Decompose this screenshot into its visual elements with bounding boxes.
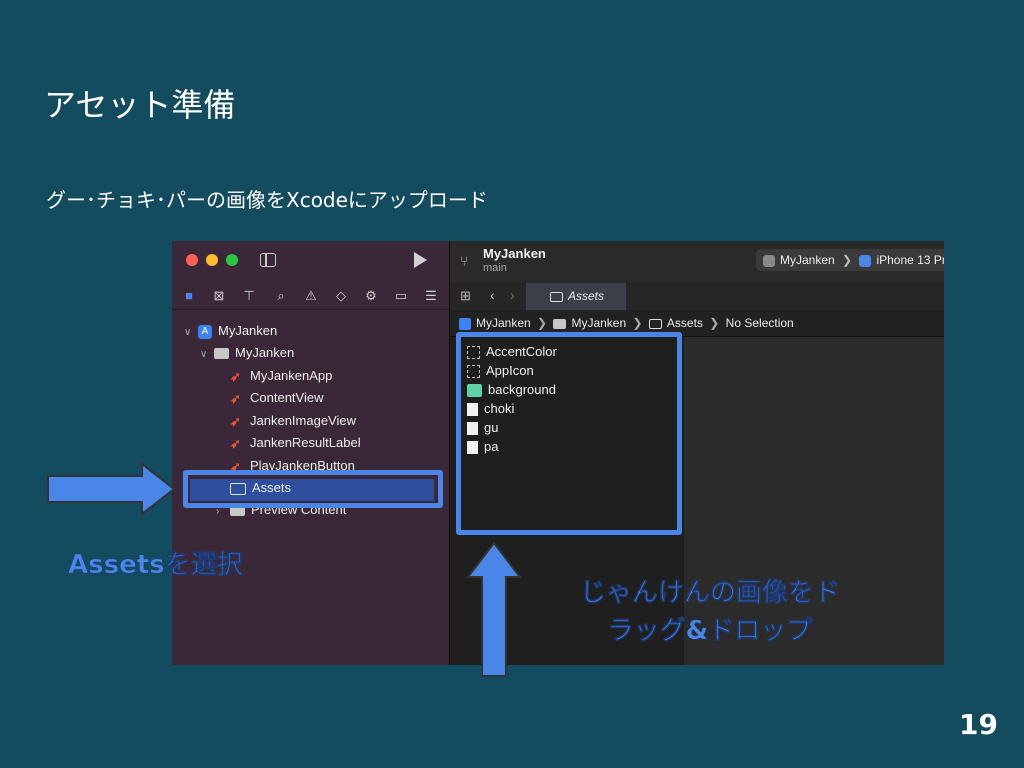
device-label: iPhone 13 Pro — [876, 253, 944, 267]
sidebar-toggle-icon[interactable] — [260, 253, 276, 267]
annotation-line: じゃんけんの画像をド — [579, 578, 841, 609]
tree-item-label: ContentView — [250, 390, 324, 405]
back-arrow-icon[interactable]: ‹ — [490, 287, 495, 303]
source-control-nav-icon[interactable]: ⊠ — [210, 287, 228, 305]
chevron-right-icon: ❯ — [537, 316, 548, 330]
slide-subtitle: グー･チョキ･パーの画像をXcodeにアップロード — [46, 188, 488, 212]
project-icon: A — [198, 324, 212, 339]
tree-item-label: MyJankenApp — [250, 368, 333, 383]
close-window-button[interactable] — [186, 254, 198, 266]
chevron-down-icon[interactable]: ∨ — [200, 345, 214, 365]
jump-bar-item[interactable]: No Selection — [726, 316, 794, 330]
folder-icon — [553, 318, 567, 329]
tree-item-folder[interactable]: ∨ MyJanken — [200, 343, 294, 363]
swift-file-icon: ➶ — [230, 368, 241, 384]
arrow-right-icon — [47, 462, 176, 516]
tree-item-label: MyJanken — [235, 345, 295, 360]
project-title: MyJanken — [483, 246, 546, 261]
project-icon — [459, 317, 471, 330]
slide-title: アセット準備 — [44, 86, 236, 124]
tree-item-project[interactable]: ∨ A MyJanken — [184, 321, 277, 341]
annotation-select-assets: Assetsを選択 — [68, 550, 243, 581]
report-nav-icon[interactable]: ☰ — [422, 287, 440, 305]
swift-file-icon: ➶ — [230, 413, 241, 429]
asset-catalog-icon — [550, 291, 563, 302]
tab-assets[interactable]: Assets — [526, 283, 626, 310]
tree-item-label: JankenResultLabel — [250, 435, 361, 450]
chevron-right-icon: ❯ — [632, 316, 643, 330]
editor-tab-bar: ⊞ ‹ › Assets — [450, 283, 944, 311]
asset-catalog-icon — [648, 318, 662, 329]
folder-nav-icon[interactable]: ■ — [180, 287, 198, 305]
asset-list-highlight-box — [456, 332, 682, 535]
grid-icon[interactable]: ⊞ — [460, 288, 471, 304]
minimize-window-button[interactable] — [206, 254, 218, 266]
issue-nav-icon[interactable]: ⚠ — [302, 287, 320, 305]
navigator-tabs: ■ ⊠ ⊤ ⌕ ⚠ ◇ ⚙ ▭ ☰ — [172, 283, 449, 310]
tree-item-label: JankenImageView — [250, 413, 356, 428]
swift-file-icon: ➶ — [230, 390, 241, 406]
swift-file-icon: ➶ — [230, 435, 241, 451]
folder-icon — [214, 348, 229, 360]
symbol-nav-icon[interactable]: ⊤ — [240, 287, 258, 305]
jump-bar-item[interactable]: MyJanken — [476, 316, 531, 330]
scheme-icon — [763, 254, 775, 267]
branch-name: main — [483, 262, 507, 274]
chevron-down-icon[interactable]: ∨ — [184, 323, 198, 343]
annotation-line: ラッグ&ドロップ — [607, 616, 813, 647]
tab-label: Assets — [568, 289, 605, 303]
branch-icon: ⑂ — [460, 253, 469, 269]
jump-bar-item[interactable]: Assets — [667, 316, 703, 330]
forward-arrow-icon[interactable]: › — [510, 287, 515, 303]
run-icon[interactable] — [414, 252, 427, 268]
debug-nav-icon[interactable]: ⚙ — [362, 287, 380, 305]
tree-item-file[interactable]: ➶ MyJankenApp — [230, 366, 332, 386]
annotation-drag-drop: じゃんけんの画像をド ラッグ&ドロップ — [560, 574, 860, 650]
assets-highlight-box — [183, 470, 443, 508]
test-nav-icon[interactable]: ◇ — [332, 287, 350, 305]
device-icon — [859, 254, 872, 267]
scheme-selector[interactable]: MyJanken ❯ iPhone 13 Pro — [756, 249, 944, 271]
scheme-label: MyJanken — [780, 253, 835, 267]
toolbar: ⑂ MyJanken main MyJanken ❯ iPhone 13 Pro — [450, 241, 944, 284]
page-number: 19 — [959, 708, 998, 741]
project-navigator: ■ ⊠ ⊤ ⌕ ⚠ ◇ ⚙ ▭ ☰ ∨ A MyJanken ∨ MyJanken ➶… — [172, 241, 450, 665]
zoom-window-button[interactable] — [226, 254, 238, 266]
jump-bar-item[interactable]: MyJanken — [571, 316, 626, 330]
tree-item-label: MyJanken — [218, 323, 278, 338]
tree-item-file[interactable]: ➶ JankenResultLabel — [230, 433, 361, 453]
find-nav-icon[interactable]: ⌕ — [272, 287, 290, 305]
chevron-right-icon: ❯ — [842, 253, 853, 267]
breakpoint-nav-icon[interactable]: ▭ — [392, 287, 410, 305]
chevron-right-icon: ❯ — [709, 316, 720, 330]
arrow-up-icon — [466, 541, 522, 677]
tree-item-file[interactable]: ➶ JankenImageView — [230, 411, 356, 431]
tree-item-file[interactable]: ➶ ContentView — [230, 388, 323, 408]
